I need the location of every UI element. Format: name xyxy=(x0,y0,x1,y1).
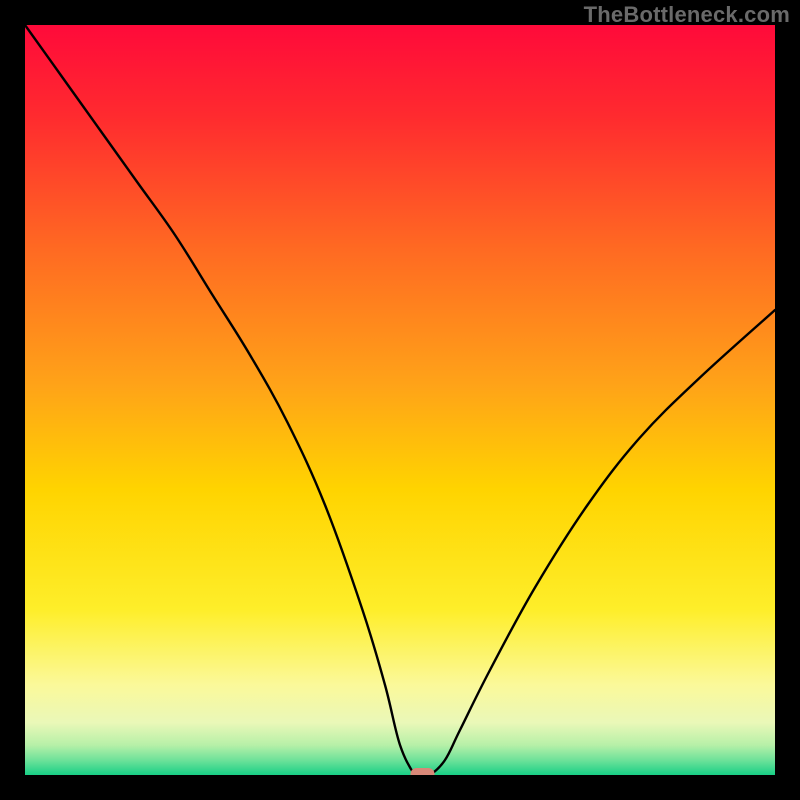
chart-frame: TheBottleneck.com xyxy=(0,0,800,800)
watermark-text: TheBottleneck.com xyxy=(584,2,790,28)
optimum-marker xyxy=(411,768,435,775)
gradient-background xyxy=(25,25,775,775)
bottleneck-chart xyxy=(25,25,775,775)
